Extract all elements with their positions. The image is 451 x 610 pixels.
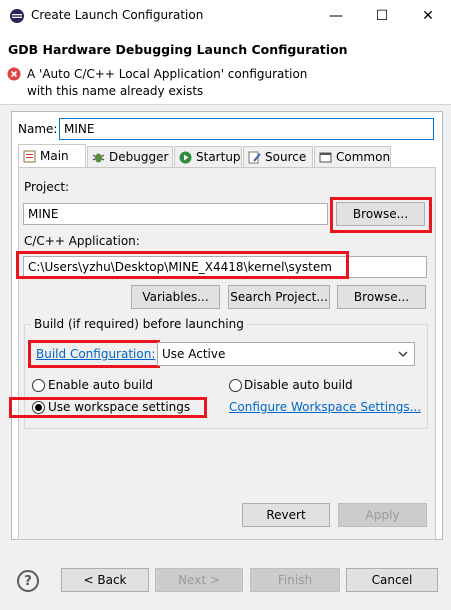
next-button[interactable]: Next >: [155, 568, 243, 592]
common-icon: [319, 152, 332, 162]
tab-startup[interactable]: Startup: [174, 146, 242, 167]
error-message: A 'Auto C/C++ Local Application' configu…: [27, 67, 308, 98]
name-label: Name:: [18, 122, 58, 136]
search-project-button[interactable]: Search Project...: [228, 285, 330, 309]
chevron-down-icon: [398, 351, 408, 357]
build-configuration-value: Use Active: [162, 347, 226, 361]
variables-button[interactable]: Variables...: [131, 285, 220, 309]
name-input[interactable]: MINE: [59, 118, 434, 140]
tab-startup-label: Startup: [196, 150, 241, 164]
startup-icon: [179, 151, 192, 163]
tab-common[interactable]: Common: [314, 146, 391, 167]
close-icon: ✕: [422, 7, 434, 24]
tab-common-label: Common: [336, 150, 391, 164]
window-title: Create Launch Configuration: [31, 8, 204, 22]
project-label: Project:: [24, 180, 70, 194]
build-configuration-select[interactable]: Use Active: [157, 342, 415, 366]
disable-auto-build-label: Disable auto build: [244, 378, 353, 392]
tab-main-label: Main: [40, 149, 69, 163]
project-input[interactable]: MINE: [23, 203, 328, 225]
highlight-build-configuration: [28, 340, 160, 368]
main-tab-icon: [23, 150, 36, 162]
apply-button[interactable]: Apply: [338, 503, 427, 527]
application-label: C/C++ Application:: [24, 234, 140, 248]
finish-button[interactable]: Finish: [250, 568, 340, 592]
revert-button[interactable]: Revert: [242, 503, 330, 527]
disable-auto-build-radio[interactable]: [229, 379, 242, 392]
maximize-button[interactable]: ☐: [359, 0, 405, 31]
tab-source-label: Source: [265, 150, 307, 164]
highlight-application-path: [16, 251, 349, 279]
tab-main[interactable]: Main: [18, 144, 86, 167]
configure-workspace-settings-link[interactable]: Configure Workspace Settings...: [229, 400, 421, 414]
close-button[interactable]: ✕: [405, 0, 451, 31]
maximize-icon: ☐: [375, 7, 389, 24]
tab-source[interactable]: Source: [243, 146, 313, 167]
highlight-workspace-settings: [9, 397, 207, 418]
cancel-button[interactable]: Cancel: [346, 568, 438, 592]
dialog-header-title: GDB Hardware Debugging Launch Configurat…: [8, 42, 348, 57]
tab-debugger[interactable]: Debugger: [87, 146, 173, 167]
minimize-icon: —: [329, 7, 343, 24]
highlight-browse-project: [330, 197, 432, 233]
build-group-label: Build (if required) before launching: [31, 317, 247, 331]
enable-auto-build-radio[interactable]: [32, 379, 45, 392]
source-icon: [248, 151, 261, 163]
eclipse-app-icon: [10, 9, 24, 23]
application-browse-button[interactable]: Browse...: [337, 285, 426, 309]
back-button[interactable]: < Back: [61, 568, 149, 592]
error-icon: [7, 67, 21, 81]
help-icon[interactable]: ?: [17, 570, 39, 592]
tab-debugger-label: Debugger: [109, 150, 169, 164]
minimize-button[interactable]: —: [313, 0, 359, 31]
enable-auto-build-label: Enable auto build: [48, 378, 154, 392]
debugger-icon: [92, 153, 105, 162]
